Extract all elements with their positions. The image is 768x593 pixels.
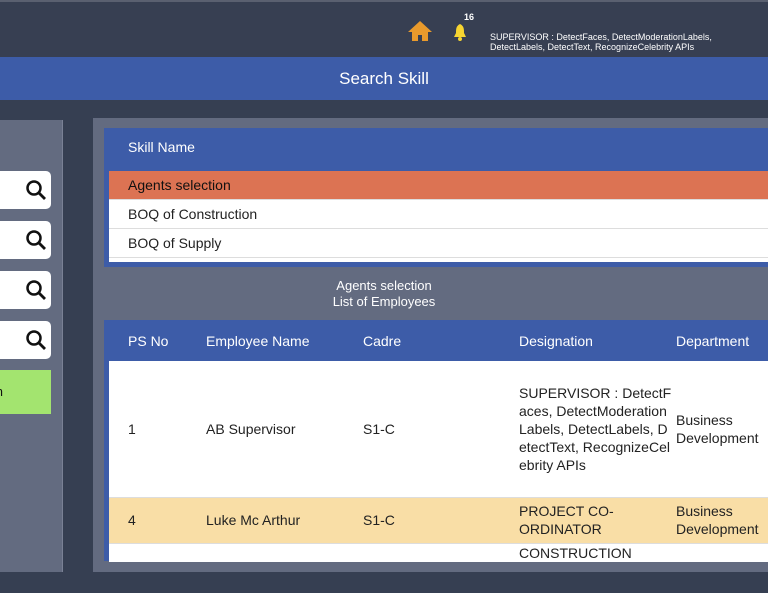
search-icon[interactable] — [25, 229, 47, 251]
col-employee-name[interactable]: Employee Name — [206, 320, 363, 361]
skill-list: Skill Name Agents selection BOQ of Const… — [104, 128, 768, 267]
employee-name: AB Supervisor — [206, 361, 363, 498]
search-panel: n — [0, 120, 63, 572]
top-bar: 16 SUPERVISOR : DetectFaces, DetectModer… — [0, 0, 768, 57]
cadre — [363, 543, 519, 562]
skill-name-header: Skill Name — [128, 139, 195, 155]
col-cadre[interactable]: Cadre — [363, 320, 519, 361]
employee-name — [206, 543, 363, 562]
designation: PROJECT CO-ORDINATOR — [519, 497, 676, 544]
cadre: S1-C — [363, 497, 519, 544]
list-caption: List of Employees — [332, 294, 436, 309]
search-input[interactable] — [0, 221, 51, 259]
department: Business Development — [676, 361, 768, 498]
search-button[interactable]: n — [0, 370, 51, 414]
selected-skill-caption: Agents selection — [336, 278, 432, 293]
col-ps-no[interactable]: PS No — [109, 320, 206, 361]
employee-table: PS No Employee Name Cadre Designation De… — [104, 320, 768, 562]
employee-list-caption: Agents selection List of Employees — [0, 278, 768, 310]
search-input[interactable] — [0, 321, 51, 359]
bell-icon[interactable] — [452, 23, 468, 41]
ps-no: 1 — [109, 361, 206, 498]
notification-count: 16 — [464, 12, 475, 22]
designation: SUPERVISOR : DetectFaces, DetectModerati… — [519, 361, 676, 498]
cadre: S1-C — [363, 361, 519, 498]
skill-row[interactable]: BOQ of Construction — [109, 200, 768, 229]
table-header: PS No Employee Name Cadre Designation De… — [109, 320, 768, 361]
search-icon[interactable] — [25, 179, 47, 201]
user-roles-text: SUPERVISOR : DetectFaces, DetectModerati… — [490, 32, 712, 52]
skill-row[interactable]: Agents selection — [109, 171, 768, 200]
col-department[interactable]: Department — [676, 320, 768, 361]
ps-no: 4 — [109, 497, 206, 544]
search-input[interactable] — [0, 171, 51, 209]
page-title: Search Skill — [0, 57, 768, 100]
designation: CONSTRUCTION — [519, 544, 632, 561]
table-row[interactable]: 1 AB Supervisor S1-C SUPERVISOR : Detect… — [109, 361, 768, 498]
department — [676, 543, 768, 562]
department: Business Development — [676, 497, 768, 544]
ps-no — [109, 543, 206, 562]
skill-row[interactable]: BOQ of Supply — [109, 229, 768, 258]
table-row[interactable]: 4 Luke Mc Arthur S1-C PROJECT CO-ORDINAT… — [109, 497, 768, 544]
col-designation[interactable]: Designation — [519, 320, 676, 361]
home-icon[interactable] — [407, 20, 433, 42]
table-row[interactable]: CONSTRUCTION — [109, 543, 768, 562]
employee-name: Luke Mc Arthur — [206, 497, 363, 544]
search-icon[interactable] — [25, 329, 47, 351]
